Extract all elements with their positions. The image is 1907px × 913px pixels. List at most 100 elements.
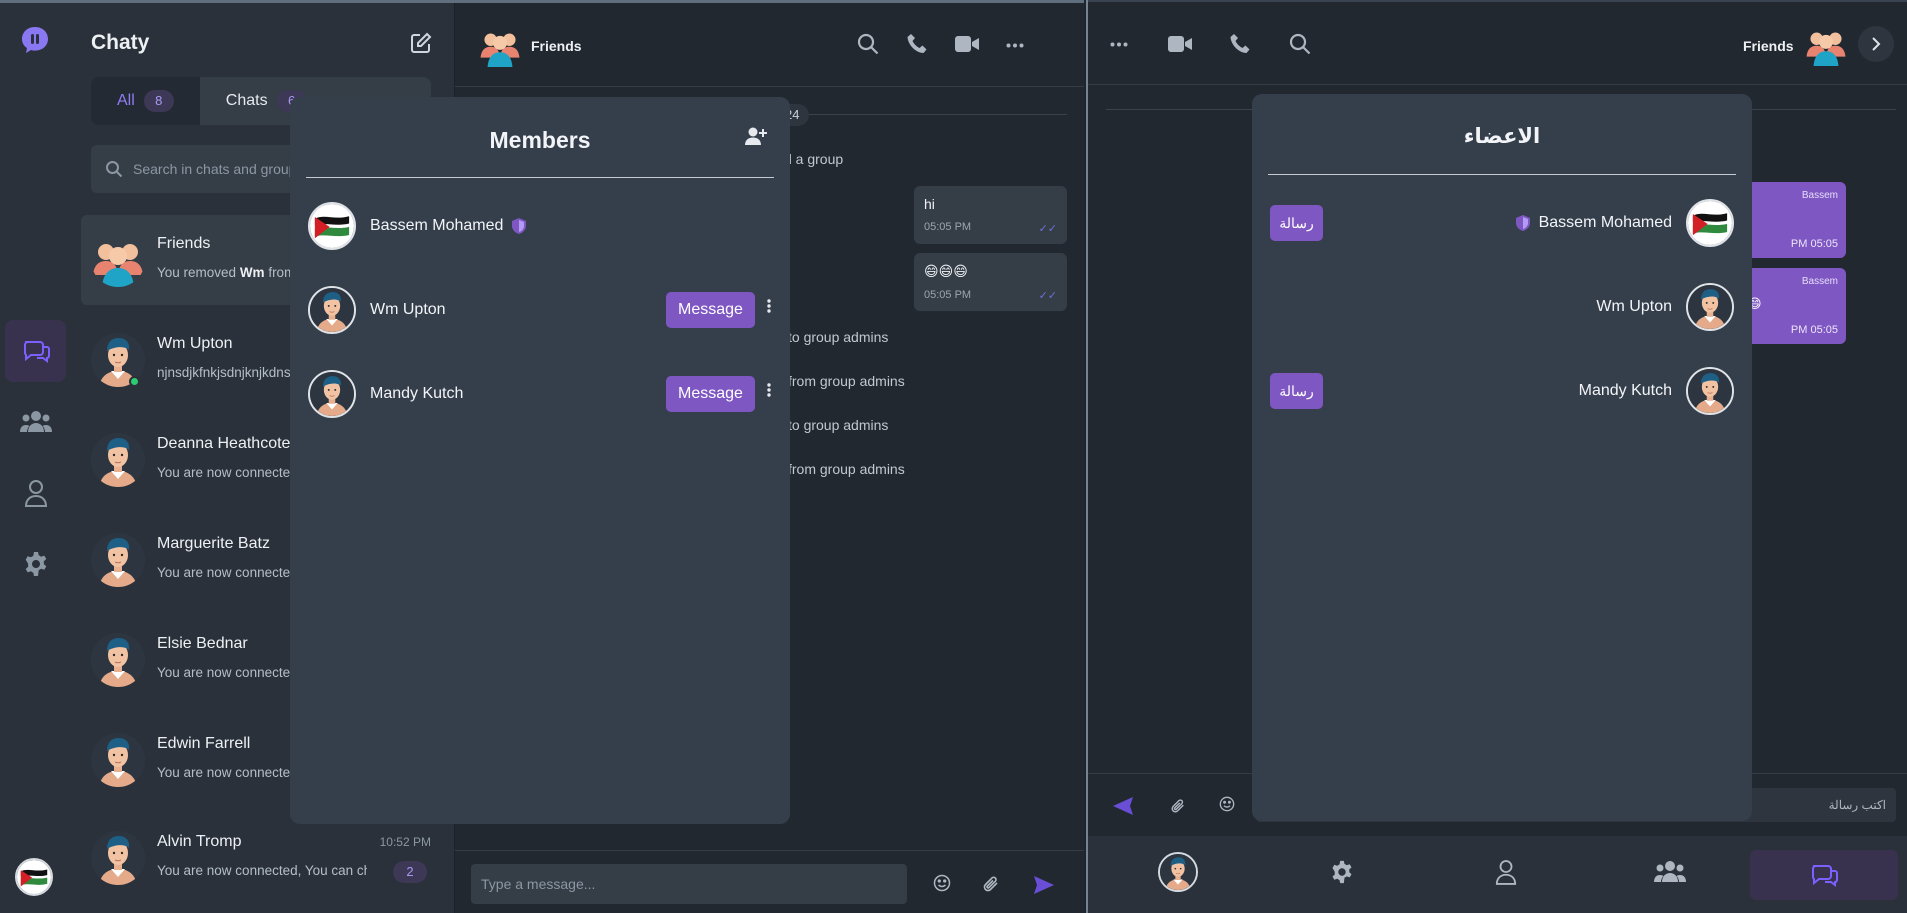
message-time: 05:05 PM [924, 289, 972, 301]
system-message: d a group [784, 151, 844, 167]
avatar [308, 202, 356, 250]
avatar [91, 533, 145, 587]
message-bubble: hi 05:05 PM ✓✓ [914, 186, 1067, 244]
member-row: Wm Upton [1252, 283, 1752, 333]
profile-icon [1495, 859, 1517, 885]
attach-icon[interactable] [1170, 798, 1186, 814]
group-name[interactable]: Friends [1743, 38, 1794, 54]
message-input-wrap [471, 864, 907, 904]
chat-name: Marguerite Batz [157, 535, 270, 552]
attach-icon[interactable] [982, 875, 1000, 893]
modal-title: Members [489, 127, 591, 153]
avatar [1686, 199, 1734, 247]
nav-rail [0, 3, 71, 913]
modal-divider [1268, 174, 1736, 175]
conversation-header: Friends [455, 3, 1084, 87]
group-name[interactable]: Friends [531, 38, 582, 54]
message-input[interactable] [471, 864, 907, 904]
phone-icon[interactable] [906, 33, 928, 55]
chevron-right-icon[interactable] [1858, 26, 1894, 62]
chat-name: Edwin Farrell [157, 735, 251, 752]
member-name: Wm Upton [1596, 298, 1672, 315]
member-name: Mandy Kutch [1578, 382, 1672, 399]
message-bubble: 😄😄😄 05:05 PM ✓✓ [914, 253, 1067, 311]
nav-chats[interactable] [5, 320, 66, 382]
chat-last-message: You are now connected, You can chat [157, 863, 367, 878]
emoji-icon[interactable] [933, 874, 951, 892]
chats-icon [1808, 859, 1840, 891]
message-bubble: Bassem 😄 PM 05:05 [1746, 268, 1846, 344]
member-row: رسالة Bassem Mohamed [1252, 199, 1752, 249]
avatar [91, 233, 145, 287]
avatar [91, 633, 145, 687]
system-message: from group admins [788, 373, 905, 389]
my-avatar[interactable] [15, 858, 53, 896]
groups-icon [1654, 860, 1686, 884]
chat-logo-icon[interactable] [20, 25, 50, 55]
member-row: Bassem Mohamed [290, 202, 790, 252]
members-modal: Members Bassem Mohamed Wm Upton Message … [290, 97, 790, 824]
rtl-window: Friends Bassem PM 05:05 Bassem 😄 PM 05:0… [1086, 0, 1907, 913]
chat-time: 10:52 PM [379, 835, 431, 849]
chat-item[interactable]: Alvin Tromp You are now connected, You c… [81, 813, 445, 903]
system-message: to group admins [788, 417, 889, 433]
group-avatar[interactable] [1805, 24, 1847, 66]
shield-icon [512, 218, 526, 234]
shield-icon [1516, 215, 1530, 231]
search-icon[interactable] [1289, 33, 1311, 55]
nav-settings[interactable] [5, 533, 66, 595]
message-text: 😄😄😄 [924, 263, 968, 279]
phone-icon[interactable] [1229, 33, 1251, 55]
settings-icon [23, 551, 49, 577]
member-name: Wm Upton [370, 301, 446, 318]
member-name: Bassem Mohamed [370, 217, 504, 234]
chats-icon [20, 335, 52, 367]
nav-profile[interactable] [1424, 846, 1588, 898]
member-name: Mandy Kutch [370, 385, 464, 402]
app-title: Chaty [91, 31, 150, 54]
avatar [1686, 283, 1734, 331]
video-icon[interactable] [1168, 35, 1192, 53]
message-button[interactable]: رسالة [1270, 205, 1323, 241]
send-icon[interactable] [1112, 796, 1134, 816]
nav-chats[interactable] [1750, 850, 1898, 900]
search-icon[interactable] [857, 33, 879, 55]
nav-groups[interactable] [5, 391, 66, 453]
groups-icon [19, 410, 52, 434]
message-button[interactable]: Message [666, 376, 755, 412]
message-time: PM 05:05 [1790, 238, 1838, 250]
chat-name: Wm Upton [157, 335, 233, 352]
send-icon[interactable] [1033, 875, 1055, 895]
message-composer [455, 850, 1084, 913]
message-button[interactable]: رسالة [1270, 373, 1323, 409]
read-check-icon: ✓✓ [1038, 223, 1057, 235]
message-sender: Bassem [1801, 190, 1838, 201]
video-icon[interactable] [955, 35, 979, 53]
unread-badge: 2 [393, 861, 427, 883]
nav-settings[interactable] [1260, 846, 1424, 898]
chat-name: Alvin Tromp [157, 833, 242, 850]
member-row: رسالة Mandy Kutch [1252, 367, 1752, 417]
nav-groups[interactable] [1588, 846, 1752, 898]
tab-all[interactable]: All 8 [91, 77, 200, 125]
message-sender: Bassem [1801, 276, 1838, 287]
message-button[interactable]: Message [666, 292, 755, 328]
chat-name: Elsie Bednar [157, 635, 248, 652]
more-icon[interactable] [1006, 43, 1024, 48]
avatar [1686, 367, 1734, 415]
compose-icon[interactable] [410, 32, 432, 54]
bottom-nav [1088, 836, 1907, 913]
tab-count: 8 [143, 90, 174, 112]
avatar [91, 433, 145, 487]
emoji-icon[interactable] [1219, 796, 1235, 812]
more-icon[interactable] [1110, 42, 1128, 47]
tab-label: All [117, 92, 135, 109]
add-member-icon[interactable] [745, 126, 767, 146]
member-options-icon[interactable] [767, 383, 771, 397]
member-row: Wm Upton Message [290, 286, 790, 336]
member-options-icon[interactable] [767, 299, 771, 313]
nav-profile[interactable] [5, 462, 66, 524]
search-icon [105, 160, 123, 178]
group-avatar[interactable] [479, 25, 521, 67]
nav-profile-avatar[interactable] [1096, 846, 1260, 898]
